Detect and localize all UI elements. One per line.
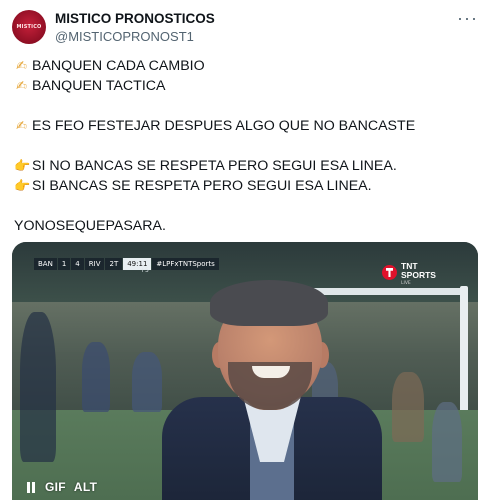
home-team: BAN: [34, 258, 57, 270]
writing-hand-icon: ✍: [16, 118, 27, 133]
background-person: [432, 402, 462, 482]
tweet-text-content: YONOSEQUEPASARA.: [14, 218, 166, 234]
pointing-hand-icon: 👉: [14, 178, 31, 193]
tweet-text-line: YONOSEQUEPASARA.: [14, 216, 494, 236]
writing-hand-icon: ✍: [16, 78, 27, 93]
author-name[interactable]: MISTICO PRONOSTICOS: [55, 11, 215, 26]
pause-icon[interactable]: [26, 481, 37, 493]
tweet-text-line: ✍ ES FEO FESTEJAR DESPUES ALGO QUE NO BAN…: [14, 116, 494, 136]
background-person: [392, 372, 424, 442]
tweet-text: ✍ BANQUEN CADA CAMBIO ✍ BANQUEN TACTICA ✍ ES …: [14, 56, 494, 236]
match-period: 2T: [105, 258, 123, 270]
tweet-header: MISTICO MISTICO PRONOSTICOS @MISTICOPRON…: [12, 9, 492, 46]
tnt-sports-logo: TNT SPORTS LIVE: [382, 262, 442, 286]
tweet-text-line: ✍ BANQUEN CADA CAMBIO: [14, 56, 494, 76]
background-person: [132, 352, 162, 412]
home-score: 1: [57, 258, 71, 270]
tweet-text-content: SI BANCAS SE RESPETA PERO SEGUI ESA LINE…: [32, 178, 372, 194]
scoreboard: BAN 1 4 RIV 2T 49:11 #LPFxTNTSports: [34, 258, 220, 270]
tweet-text-content: BANQUEN CADA CAMBIO: [32, 58, 205, 74]
background-person: [82, 342, 110, 412]
away-score: 4: [71, 258, 84, 270]
gif-badge: GIF: [45, 480, 66, 494]
tnt-live-label: LIVE: [401, 281, 411, 286]
tweet-text-content: ES FEO FESTEJAR DESPUES ALGO QUE NO BANC…: [32, 118, 416, 134]
background-person: [20, 312, 56, 462]
pointing-hand-icon: 👉: [14, 158, 31, 173]
tweet-card: MISTICO MISTICO PRONOSTICOS @MISTICOPRON…: [0, 0, 504, 500]
tnt-logo-icon: [382, 265, 397, 280]
alt-text-button[interactable]: ALT: [74, 480, 97, 494]
tweet-text-content: SI NO BANCAS SE RESPETA PERO SEGUI ESA L…: [32, 158, 397, 174]
tweet-text-line: 👉 SI NO BANCAS SE RESPETA PERO SEGUI ESA …: [14, 156, 494, 176]
more-options-icon[interactable]: ···: [457, 9, 478, 27]
coach-figure: [162, 262, 382, 500]
media-controls: GIF ALT: [26, 480, 97, 494]
tweet-text-line: 👉 SI BANCAS SE RESPETA PERO SEGUI ESA LIN…: [14, 176, 494, 196]
added-time: +5: [140, 267, 149, 274]
author-handle[interactable]: @MISTICOPRONOST1: [55, 29, 194, 44]
away-team: RIV: [84, 258, 105, 270]
tweet-media-gif[interactable]: BAN 1 4 RIV 2T 49:11 #LPFxTNTSports +5 T…: [12, 242, 478, 500]
writing-hand-icon: ✍: [16, 58, 27, 73]
avatar-logo-text: MISTICO: [16, 24, 42, 30]
avatar[interactable]: MISTICO: [12, 10, 46, 44]
tnt-logo-line2: SPORTS: [401, 270, 436, 280]
broadcast-hashtag: #LPFxTNTSports: [152, 258, 219, 270]
tnt-logo-text: TNT SPORTS: [401, 262, 436, 280]
tweet-text-content: BANQUEN TACTICA: [32, 78, 166, 94]
tweet-text-line: ✍ BANQUEN TACTICA: [14, 76, 494, 96]
